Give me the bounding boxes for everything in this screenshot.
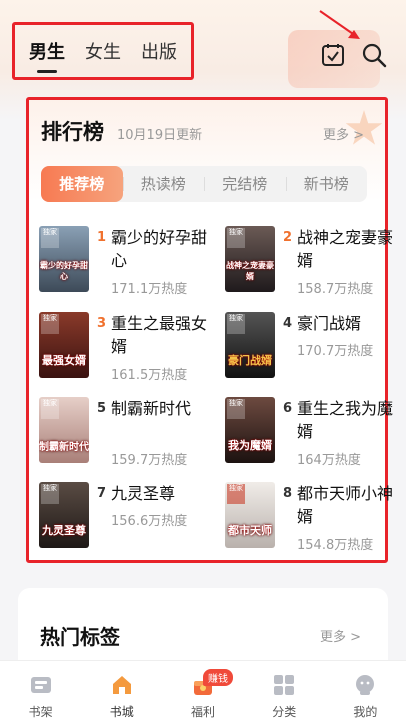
rank-number: 8 xyxy=(283,486,293,501)
cover-title: 都市天师 xyxy=(228,524,272,537)
book-cover: 独家 战神之宠妻豪婿 xyxy=(225,226,275,292)
cover-title: 战神之宠妻豪婿 xyxy=(226,261,274,281)
book-cover: 独家 我为魔婿 xyxy=(225,397,275,463)
book-title: 都市天师小神婿 xyxy=(297,484,394,526)
book-title: 豪门战婿 xyxy=(297,314,362,333)
nav-label: 我的 xyxy=(353,705,378,719)
book-cover: 独家 九灵圣尊 xyxy=(39,482,89,548)
subtab-recommend[interactable]: 推荐榜 xyxy=(41,166,123,202)
nav-label: 书架 xyxy=(28,705,53,719)
book-cover: 独家 最强女婿 xyxy=(39,312,89,378)
cover-title: 霸少的好孕甜心 xyxy=(40,261,88,281)
gender-tabs: 男生 女生 出版 xyxy=(12,22,194,80)
exclusive-badge: 独家 xyxy=(41,228,59,248)
rank-number: 7 xyxy=(97,486,107,501)
cover-title: 豪门战婿 xyxy=(228,354,272,367)
heat-value: 164万热度 xyxy=(297,453,361,468)
exclusive-badge: 独家 xyxy=(41,314,59,334)
cover-title: 我为魔婿 xyxy=(228,439,272,452)
heat-value: 158.7万热度 xyxy=(297,282,374,297)
book-title: 制霸新时代 xyxy=(111,399,192,418)
hot-tags-more-link[interactable]: 更多 > xyxy=(320,626,361,645)
cover-title: 最强女婿 xyxy=(42,354,86,367)
subtab-hot[interactable]: 热读榜 xyxy=(122,166,205,202)
exclusive-badge: 独家 xyxy=(227,484,245,504)
ranking-item[interactable]: 独家 最强女婿 3 重生之最强女婿 161.5万热度 xyxy=(39,312,209,388)
bookshelf-icon xyxy=(30,677,51,693)
heat-value: 154.8万热度 xyxy=(297,538,374,553)
ranking-item[interactable]: 独家 豪门战婿 4 豪门战婿 170.7万热度 xyxy=(225,312,395,388)
book-cover: 独家 都市天师 xyxy=(225,482,275,548)
hot-tags-title: 热门标签 xyxy=(40,625,120,649)
ranking-item[interactable]: 独家 制霸新时代 5 制霸新时代 159.7万热度 xyxy=(39,397,209,473)
cover-title: 九灵圣尊 xyxy=(42,524,86,537)
nav-label: 书城 xyxy=(109,705,134,719)
rank-number: 3 xyxy=(97,316,107,331)
ranking-subtabs: 推荐榜 热读榜 完结榜 新书榜 xyxy=(41,166,367,202)
book-cover: 独家 制霸新时代 xyxy=(39,397,89,463)
nav-bookstore[interactable]: 书城 xyxy=(81,661,162,722)
nav-label: 分类 xyxy=(272,705,297,719)
rank-number: 2 xyxy=(283,230,293,245)
ranking-title: 排行榜 xyxy=(41,120,104,144)
tab-publish[interactable]: 出版 xyxy=(141,38,177,64)
ranking-item[interactable]: 独家 战神之宠妻豪婿 2 战神之宠妻豪婿 158.7万热度 xyxy=(225,226,395,302)
book-title: 重生之最强女婿 xyxy=(111,314,208,356)
exclusive-badge: 独家 xyxy=(41,484,59,504)
profile-icon xyxy=(356,675,375,695)
book-title: 战神之宠妻豪婿 xyxy=(297,228,394,270)
book-cover: 独家 豪门战婿 xyxy=(225,312,275,378)
exclusive-badge: 独家 xyxy=(227,314,245,334)
rank-number: 1 xyxy=(97,230,107,245)
cover-title: 制霸新时代 xyxy=(39,442,89,453)
rank-number: 4 xyxy=(283,316,293,331)
subtab-new[interactable]: 新书榜 xyxy=(285,166,368,202)
ranking-more-link[interactable]: 更多 > xyxy=(323,124,364,143)
heat-value: 161.5万热度 xyxy=(111,368,188,383)
exclusive-badge: 独家 xyxy=(227,228,245,248)
book-cover: 独家 霸少的好孕甜心 xyxy=(39,226,89,292)
nav-welfare[interactable]: 赚钱 福利 xyxy=(162,661,243,722)
book-title: 重生之我为魔婿 xyxy=(297,399,394,441)
heat-value: 171.1万热度 xyxy=(111,282,188,297)
nav-category[interactable]: 分类 xyxy=(244,661,325,722)
annotation-arrow-icon xyxy=(319,10,360,39)
ranking-panel-body: 排行榜 10月19日更新 更多 > 推荐榜 热读榜 完结榜 新书榜 独家 霸少的… xyxy=(29,100,393,560)
search-icon[interactable] xyxy=(361,42,387,68)
book-title: 霸少的好孕甜心 xyxy=(111,228,208,270)
ranking-panel: 排行榜 10月19日更新 更多 > 推荐榜 热读榜 完结榜 新书榜 独家 霸少的… xyxy=(26,97,393,563)
tab-female[interactable]: 女生 xyxy=(85,38,121,64)
nav-bookshelf[interactable]: 书架 xyxy=(0,661,81,722)
bookstore-icon xyxy=(112,676,131,694)
nav-label: 福利 xyxy=(191,705,216,719)
ranking-item[interactable]: 独家 霸少的好孕甜心 1 霸少的好孕甜心 171.1万热度 xyxy=(39,226,209,302)
subtab-finished[interactable]: 完结榜 xyxy=(204,166,286,202)
category-icon xyxy=(274,675,295,695)
ranking-item[interactable]: 独家 都市天师 8 都市天师小神婿 154.8万热度 xyxy=(225,482,395,558)
heat-value: 159.7万热度 xyxy=(111,453,188,468)
exclusive-badge: 独家 xyxy=(227,399,245,419)
exclusive-badge: 独家 xyxy=(41,399,59,419)
ranking-item[interactable]: 独家 我为魔婿 6 重生之我为魔婿 164万热度 xyxy=(225,397,395,473)
tab-male[interactable]: 男生 xyxy=(29,38,65,64)
heat-value: 170.7万热度 xyxy=(297,344,374,359)
nav-profile[interactable]: 我的 xyxy=(325,661,406,722)
ranking-item[interactable]: 独家 九灵圣尊 7 九灵圣尊 156.6万热度 xyxy=(39,482,209,558)
rank-number: 5 xyxy=(97,401,107,416)
rank-number: 6 xyxy=(283,401,293,416)
bottom-nav: 书架 书城 赚钱 福利 分类 我的 xyxy=(0,660,406,722)
book-title: 九灵圣尊 xyxy=(111,484,176,503)
earn-badge: 赚钱 xyxy=(203,669,233,686)
ranking-update-date: 10月19日更新 xyxy=(117,128,203,143)
checkin-icon[interactable] xyxy=(320,42,346,68)
heat-value: 156.6万热度 xyxy=(111,514,188,529)
